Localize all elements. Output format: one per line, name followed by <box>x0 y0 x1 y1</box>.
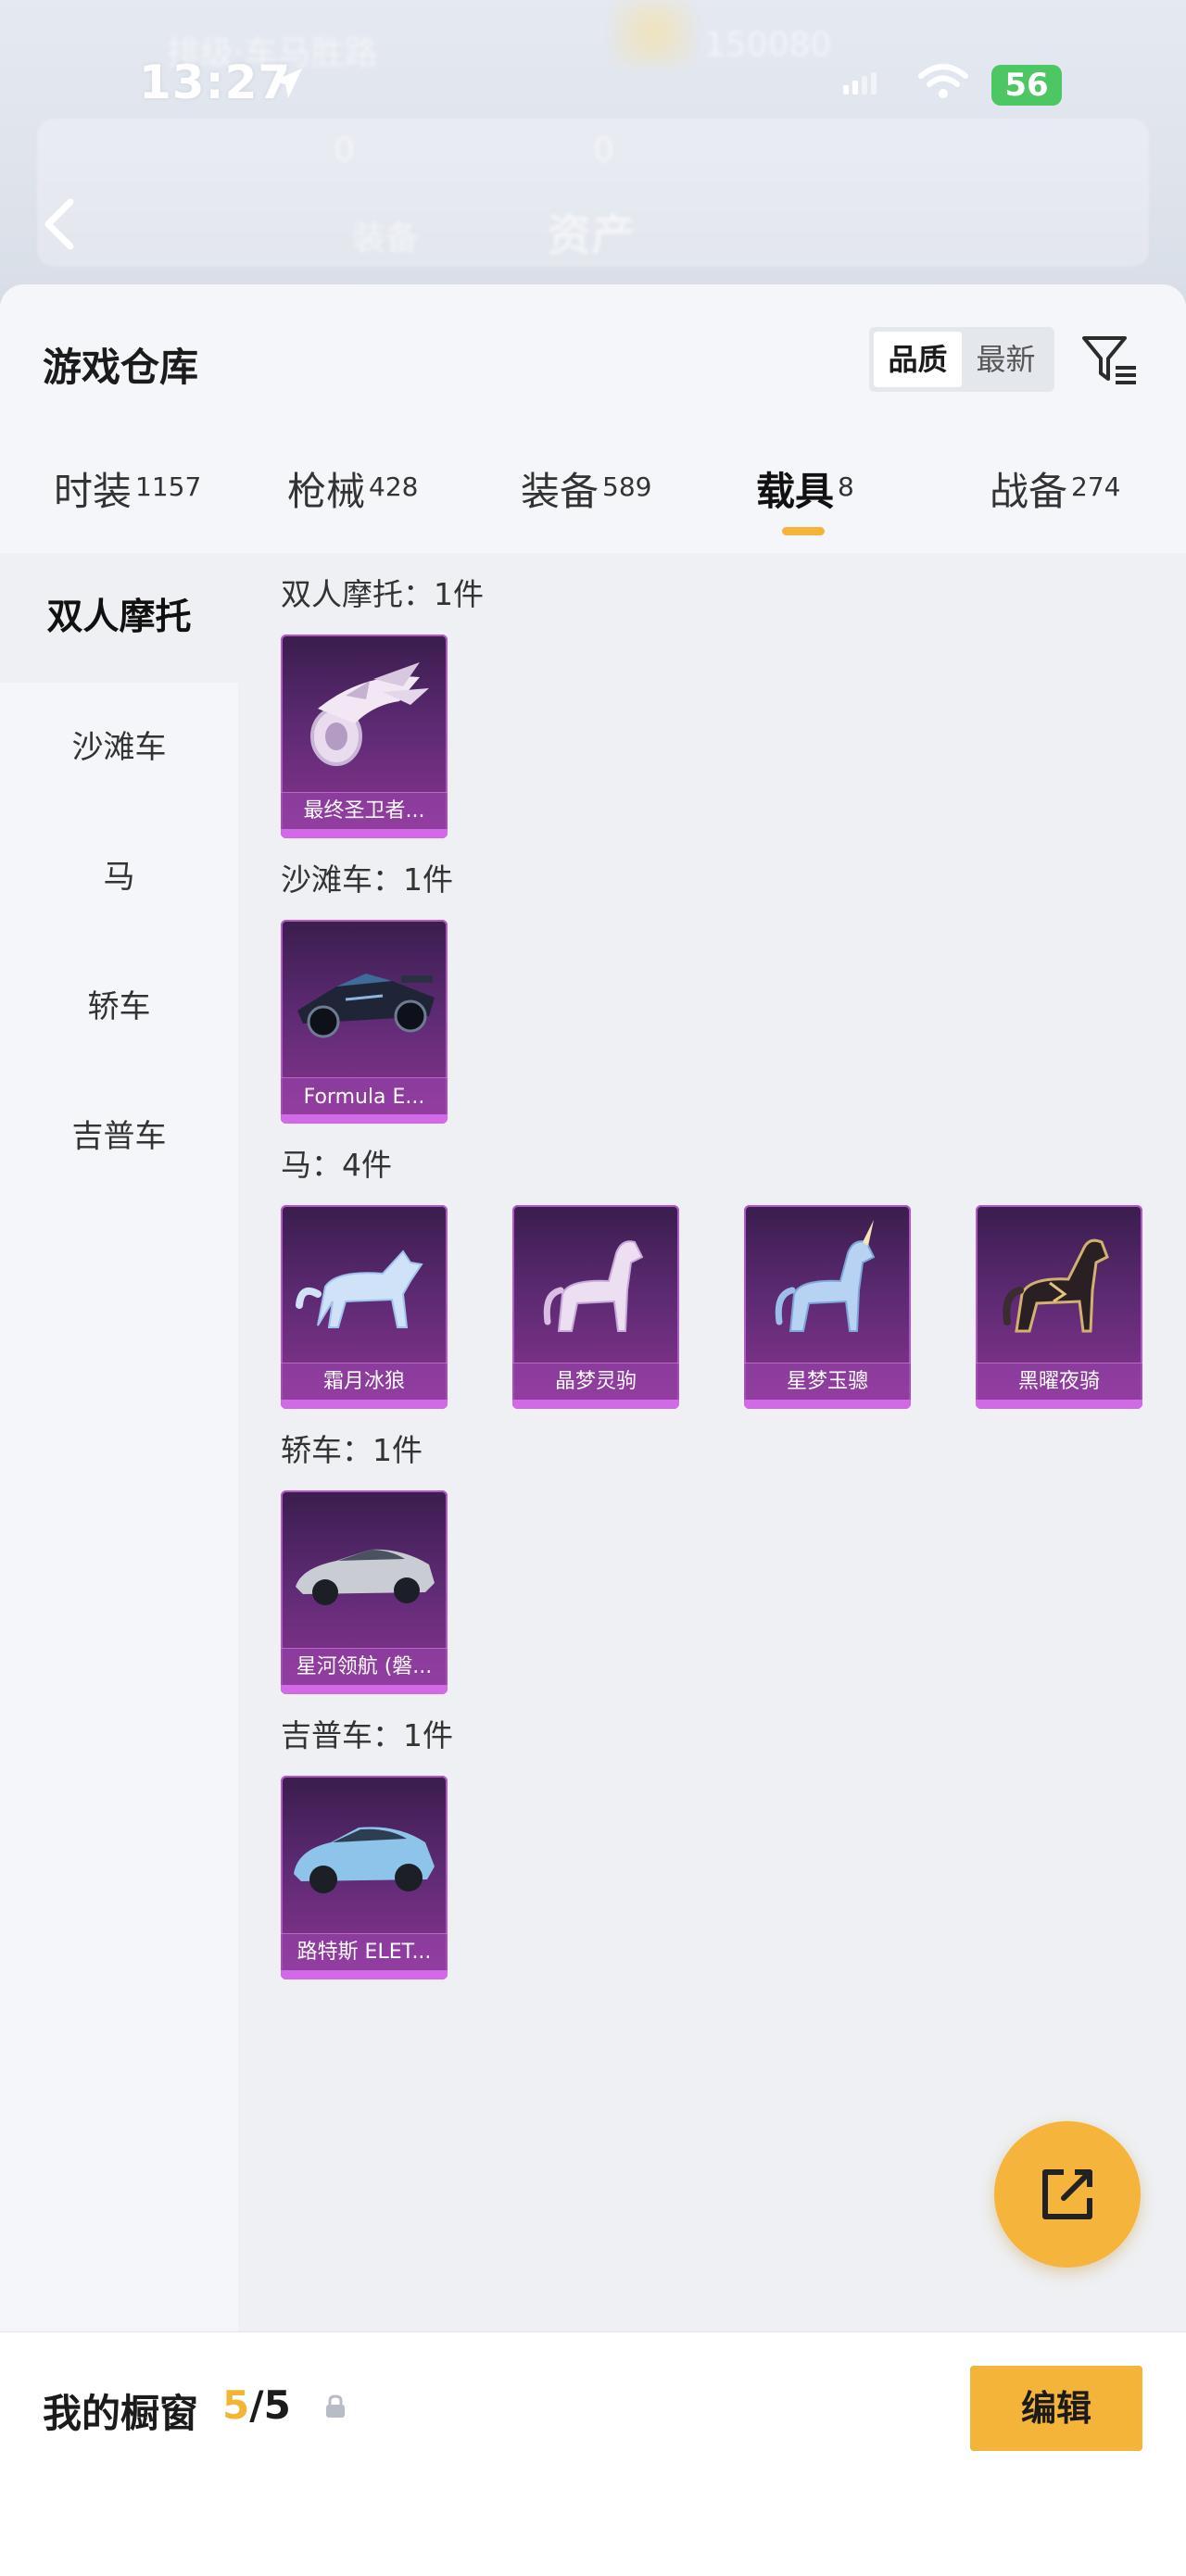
sidebar-item-jeep[interactable]: 吉普车 <box>0 1072 238 1201</box>
dark-horse-icon <box>1003 1238 1109 1333</box>
rarity-bar <box>281 829 448 838</box>
showcase-count: 5/5 <box>222 2382 291 2428</box>
tab-battle-prep[interactable]: 战备 274 <box>990 460 1120 553</box>
item-name: 晶梦灵驹 <box>554 1370 637 1393</box>
rarity-bar <box>281 1685 448 1694</box>
back-arrow-icon[interactable] <box>39 196 80 252</box>
sidebar-item-beach-buggy[interactable]: 沙滩车 <box>0 683 238 812</box>
section-title: 沙滩车：1件 <box>281 861 453 898</box>
page-title: 游戏仓库 <box>43 345 199 390</box>
tab-label: 枪械 <box>287 469 366 514</box>
item-card[interactable]: 星河领航 (磐... <box>281 1490 448 1694</box>
sort-option-latest[interactable]: 最新 <box>962 332 1050 387</box>
tab-count: 428 <box>369 471 419 502</box>
motorcycle-icon <box>310 662 429 766</box>
battery-indicator: 56 <box>991 65 1062 106</box>
tab-count: 8 <box>838 471 854 502</box>
item-name: Formula E... <box>303 1086 425 1109</box>
item-name: 星梦玉骢 <box>786 1370 868 1393</box>
rarity-bar <box>512 1400 679 1409</box>
tab-label: 时装 <box>54 469 132 514</box>
lock-icon <box>326 2394 345 2418</box>
rarity-bar <box>281 1400 448 1409</box>
section-title: 马：4件 <box>281 1147 392 1183</box>
tab-firearms[interactable]: 枪械 428 <box>287 460 418 553</box>
showcase-current: 5 <box>222 2382 250 2428</box>
item-name: 星河领航 (磐... <box>296 1655 433 1678</box>
location-arrow-icon <box>272 69 302 98</box>
rarity-bar <box>281 1970 448 1979</box>
item-card[interactable]: 黑曜夜骑 <box>976 1205 1142 1409</box>
sidebar-item-horse[interactable]: 马 <box>0 812 238 942</box>
wolf-icon <box>296 1250 423 1328</box>
item-name: 最终圣卫者... <box>303 799 425 823</box>
item-name: 黑曜夜骑 <box>1017 1370 1100 1393</box>
unicorn-icon <box>775 1220 876 1332</box>
section-title: 轿车：1件 <box>281 1432 423 1468</box>
sidebar-item-sedan[interactable]: 轿车 <box>0 942 238 1072</box>
tab-count: 1157 <box>135 471 202 502</box>
item-card[interactable]: 晶梦灵驹 <box>512 1205 679 1409</box>
wifi-icon <box>918 64 968 98</box>
sheet-header: 游戏仓库 品质 最新 时装 1157 枪械 428 装备 589 载具 8 战备… <box>0 284 1186 553</box>
background-ghost-text: 装备 <box>352 220 420 258</box>
item-card[interactable]: Formula E... <box>281 920 448 1124</box>
showcase-total: /5 <box>249 2382 291 2428</box>
rarity-bar <box>744 1400 911 1409</box>
item-card[interactable]: 路特斯 ELET... <box>281 1776 448 1979</box>
section-title: 双人摩托：1件 <box>281 576 484 612</box>
tab-count: 274 <box>1071 471 1121 502</box>
category-tabs: 时装 1157 枪械 428 装备 589 载具 8 战备 274 <box>0 460 1186 553</box>
tab-label: 战备 <box>990 469 1068 514</box>
tab-label: 载具 <box>756 469 835 514</box>
tab-label: 装备 <box>521 469 599 514</box>
tab-count: 589 <box>602 471 652 502</box>
sort-toggle: 品质 最新 <box>869 327 1054 392</box>
item-name: 路特斯 ELET... <box>296 1941 432 1964</box>
section-title: 吉普车：1件 <box>281 1717 453 1753</box>
rarity-bar <box>281 1114 448 1124</box>
vehicle-type-sidebar: 双人摩托 沙滩车 马 轿车 吉普车 <box>0 553 238 2331</box>
item-card[interactable]: 星梦玉骢 <box>744 1205 911 1409</box>
cellular-signal-icon <box>843 72 877 94</box>
suv-icon <box>294 1827 435 1893</box>
item-card[interactable]: 最终圣卫者... <box>281 635 448 838</box>
item-name: 霜月冰狼 <box>322 1370 405 1393</box>
tab-vehicles[interactable]: 载具 8 <box>756 460 854 553</box>
sidebar-item-tandem-motorcycle[interactable]: 双人摩托 <box>0 553 238 683</box>
showcase-label: 我的橱窗 <box>43 2391 199 2436</box>
edit-button[interactable]: 编辑 <box>970 2366 1142 2451</box>
rarity-bar <box>976 1400 1142 1409</box>
showcase-bar: 我的橱窗 5/5 编辑 <box>0 2331 1186 2576</box>
tab-fashion[interactable]: 时装 1157 <box>54 460 201 553</box>
share-button[interactable] <box>994 2121 1141 2268</box>
status-bar: 13:27 56 <box>0 0 1186 250</box>
filter-icon[interactable] <box>1080 331 1140 390</box>
vehicle-list: 双人摩托：1件 最终圣卫者... 沙滩车：1件 Formula E... 马：4… <box>238 553 1186 2331</box>
background-ghost-text: 资产 <box>547 209 637 261</box>
sort-option-quality[interactable]: 品质 <box>874 332 962 387</box>
tab-equipment[interactable]: 装备 589 <box>521 460 651 553</box>
active-tab-indicator <box>782 527 825 535</box>
horse-icon <box>543 1240 644 1332</box>
race-car-icon <box>297 974 435 1038</box>
sedan-icon <box>296 1549 435 1605</box>
external-link-icon <box>1042 2169 1092 2219</box>
item-card[interactable]: 霜月冰狼 <box>281 1205 448 1409</box>
